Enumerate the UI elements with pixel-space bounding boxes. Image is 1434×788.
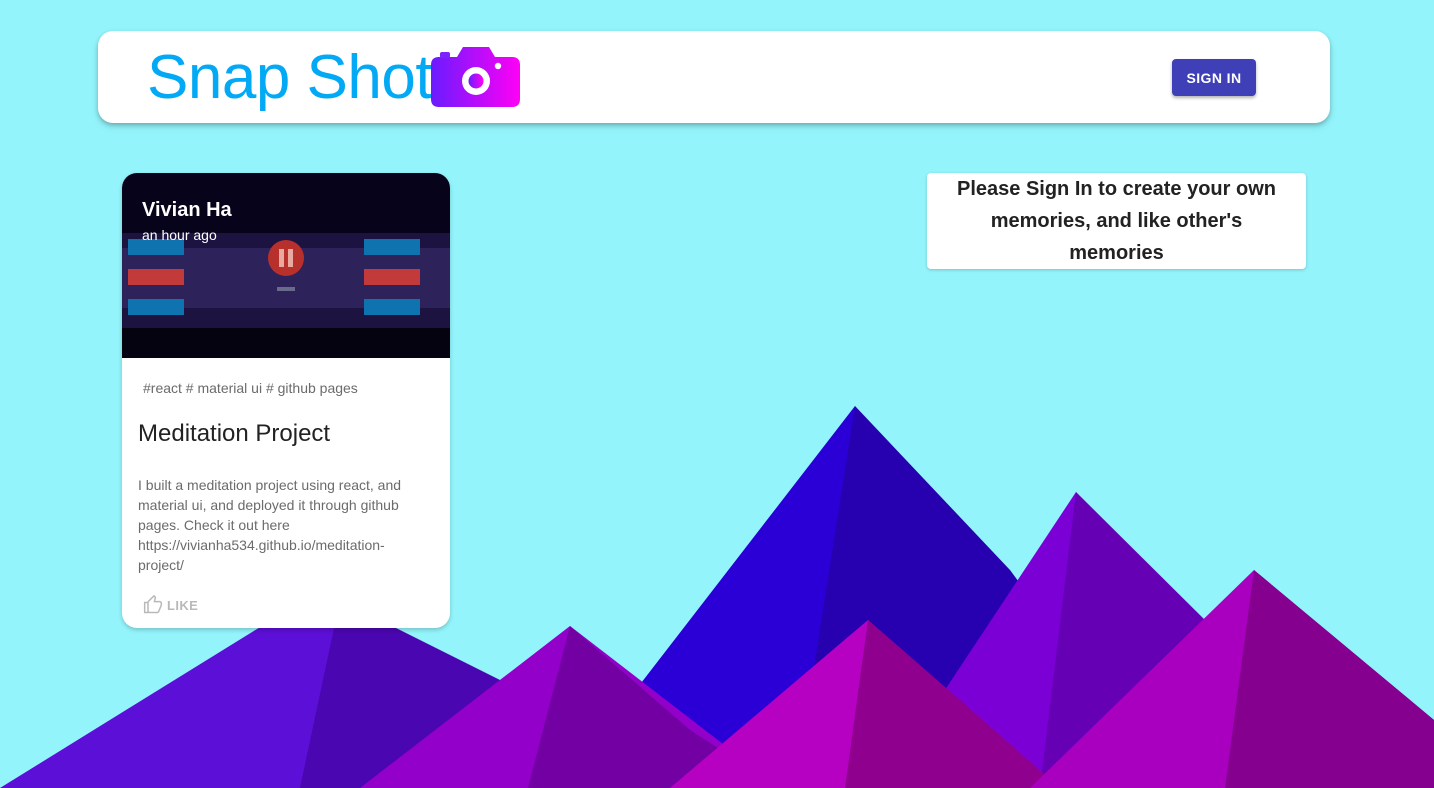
sign-in-notice-text: Please Sign In to create your own memori… xyxy=(957,178,1276,264)
app-title: Snap Shot xyxy=(147,43,433,112)
sign-in-notice: Please Sign In to create your own memori… xyxy=(927,173,1306,269)
post-description: I built a meditation project using react… xyxy=(138,477,402,573)
sign-in-button[interactable]: SIGN IN xyxy=(1172,59,1256,96)
post-tags: #react # material ui # github pages xyxy=(143,380,358,396)
memory-card: Vivian Ha an hour ago #react # material … xyxy=(122,173,450,628)
thumb-up-icon xyxy=(143,595,163,614)
like-label: LIKE xyxy=(167,597,199,613)
post-author: Vivian Ha xyxy=(142,199,232,221)
post-time: an hour ago xyxy=(142,227,217,243)
app-bar: Snap Shot SIGN IN xyxy=(98,31,1330,123)
camera-icon xyxy=(431,47,520,107)
like-button[interactable]: LIKE xyxy=(143,595,198,615)
post-title: Meditation Project xyxy=(138,420,331,447)
